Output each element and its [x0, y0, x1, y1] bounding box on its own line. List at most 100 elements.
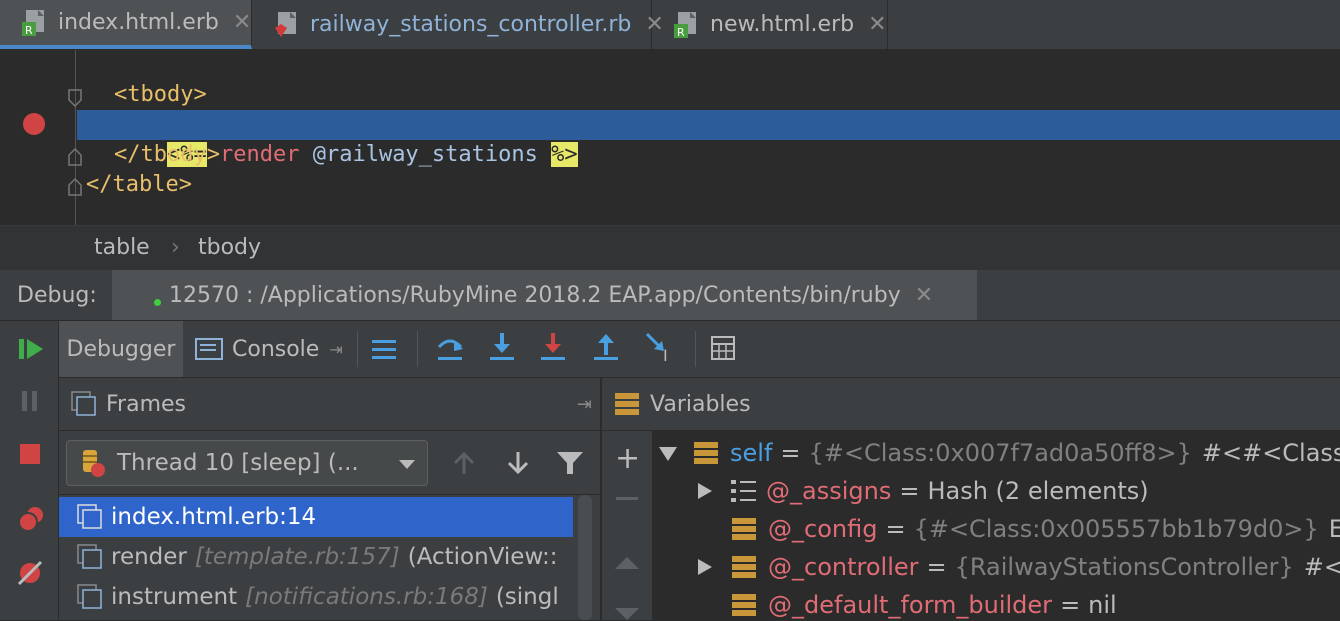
mute-breakpoints-icon[interactable]: [16, 559, 44, 587]
step-over-icon[interactable]: [436, 333, 464, 363]
debug-session-label: 12570 : /Applications/RubyMine 2018.2 EA…: [169, 282, 901, 308]
variable-name: @_default_form_builder: [768, 591, 1053, 619]
frame-icon: [77, 584, 102, 609]
frame-context: (ActionView::: [407, 544, 558, 570]
equals-sign: =: [899, 477, 920, 505]
tab-debugger-label: Debugger: [66, 336, 176, 362]
object-icon: [732, 594, 756, 616]
tab-console[interactable]: Console ⇥: [195, 321, 343, 377]
run-to-cursor-icon[interactable]: I: [644, 331, 674, 363]
breadcrumb-item-tbody[interactable]: tbody: [198, 235, 261, 260]
frame-row[interactable]: render [template.rb:157] (ActionView::: [59, 537, 573, 577]
force-step-into-icon[interactable]: [540, 331, 566, 363]
debug-label: Debug:: [17, 283, 97, 308]
pause-icon[interactable]: [20, 389, 40, 413]
tab-debugger[interactable]: Debugger: [59, 321, 183, 377]
stop-icon[interactable]: [19, 443, 41, 465]
variable-type: {#<Class:0x005557bb1b79d0>}: [913, 515, 1319, 543]
object-icon: [732, 556, 756, 578]
expanded-arrow-icon[interactable]: [658, 443, 678, 463]
variable-name: @_config: [768, 515, 878, 543]
svg-text:I: I: [663, 346, 668, 363]
show-execution-point-icon[interactable]: [371, 337, 397, 361]
step-into-icon[interactable]: [489, 331, 515, 363]
variable-name: @_controller: [768, 553, 919, 581]
frame-location: [notifications.rb:168]: [245, 584, 488, 610]
variable-name: @_assigns: [766, 477, 892, 505]
erb-file-icon: R: [20, 8, 50, 38]
object-icon: [732, 518, 756, 540]
debug-session-tab[interactable]: 12570 : /Applications/RubyMine 2018.2 EA…: [112, 270, 977, 320]
frame-name: instrument: [111, 584, 238, 610]
chevron-right-icon: ›: [171, 235, 180, 260]
move-down-icon[interactable]: [615, 607, 639, 621]
debugger-toolbar: Debugger Console ⇥ I: [59, 321, 1340, 378]
add-watch-icon[interactable]: +: [615, 444, 640, 474]
next-frame-icon[interactable]: [506, 450, 530, 476]
code-editor[interactable]: <tbody> <%= render @railway_stations %> …: [0, 50, 1340, 225]
console-icon: [195, 338, 223, 360]
previous-frame-icon[interactable]: [452, 450, 476, 476]
frame-row[interactable]: index.html.erb:14: [59, 497, 573, 537]
code-line-tbody-close: </tbody>: [114, 142, 220, 167]
editor-tab-bar: R index.html.erb ✕ railway_stations_cont…: [0, 0, 1340, 50]
variables-icon: [615, 393, 639, 415]
frame-icon: [77, 504, 102, 529]
variable-value: Em: [1328, 515, 1340, 543]
variable-row-assigns[interactable]: @_assigns = Hash (2 elements): [696, 472, 1149, 510]
thread-icon: [83, 450, 105, 477]
gutter-divider: [75, 50, 76, 225]
variable-type: {RailwayStationsController}: [954, 553, 1294, 581]
collapsed-arrow-icon[interactable]: [696, 557, 714, 577]
variable-value: #<R: [1303, 553, 1340, 581]
running-status-icon: [154, 298, 161, 306]
variable-row-config[interactable]: @_config = {#<Class:0x005557bb1b79d0>} E…: [732, 510, 1340, 548]
variables-tree: self = {#<Class:0x007f7ad0a50ff8>} #<#<C…: [652, 431, 1340, 620]
breadcrumb: table › tbody: [0, 225, 1340, 271]
close-icon[interactable]: ✕: [233, 10, 251, 35]
close-icon[interactable]: ✕: [915, 283, 933, 308]
tab-index-html-erb[interactable]: R index.html.erb ✕: [0, 0, 252, 49]
variables-toolbar: +: [601, 431, 653, 620]
evaluate-expression-icon[interactable]: [710, 335, 736, 361]
tab-label: index.html.erb: [58, 10, 219, 35]
fold-icon[interactable]: [67, 147, 83, 167]
tab-railway-stations-controller[interactable]: railway_stations_controller.rb ✕: [252, 0, 664, 49]
breakpoint-icon[interactable]: [23, 113, 45, 135]
erb-file-icon: R: [672, 10, 702, 40]
collapsed-arrow-icon[interactable]: [696, 481, 714, 501]
equals-sign: =: [1060, 591, 1081, 619]
move-up-icon[interactable]: [615, 556, 639, 570]
equals-sign: =: [780, 439, 801, 467]
svg-text:R: R: [25, 24, 33, 37]
breadcrumb-item-table[interactable]: table: [94, 235, 150, 260]
close-icon[interactable]: ✕: [868, 12, 886, 37]
frame-location: [template.rb:157]: [194, 544, 400, 570]
step-out-icon[interactable]: [593, 331, 619, 363]
variable-value: Hash (2 elements): [927, 477, 1149, 505]
view-breakpoints-icon[interactable]: [16, 505, 46, 533]
frames-icon: [71, 391, 96, 416]
debug-tool-window-header: Debug: 12570 : /Applications/RubyMine 20…: [0, 270, 1340, 321]
equals-sign: =: [926, 553, 947, 581]
fold-icon[interactable]: [67, 177, 83, 197]
code-line-tbody-open: <tbody>: [114, 82, 207, 107]
variable-row-controller[interactable]: @_controller = {RailwayStationsControlle…: [696, 548, 1340, 586]
variable-row-default-form-builder[interactable]: @_default_form_builder = nil: [732, 586, 1117, 620]
remove-watch-icon[interactable]: [616, 497, 638, 500]
resume-icon[interactable]: [18, 337, 44, 361]
variable-type: {#<Class:0x007f7ad0a50ff8>}: [808, 439, 1192, 467]
pin-icon[interactable]: ⇥: [577, 394, 592, 415]
variables-panel-header: Variables: [601, 378, 1340, 431]
variable-row-self[interactable]: self = {#<Class:0x007f7ad0a50ff8>} #<#<C…: [658, 434, 1340, 472]
frame-row[interactable]: instrument [notifications.rb:168] (singl: [59, 577, 573, 617]
fold-icon[interactable]: [67, 88, 83, 108]
thread-selector[interactable]: Thread 10 [sleep] (...: [66, 440, 428, 486]
frame-name: render: [111, 544, 187, 570]
pin-icon[interactable]: ⇥: [329, 340, 342, 359]
filter-icon[interactable]: [556, 450, 584, 476]
frames-panel-header: Frames ⇥: [59, 378, 600, 431]
tab-new-html-erb[interactable]: R new.html.erb ✕: [652, 0, 888, 49]
equals-sign: =: [885, 515, 906, 543]
frames-scrollbar[interactable]: [578, 495, 592, 620]
